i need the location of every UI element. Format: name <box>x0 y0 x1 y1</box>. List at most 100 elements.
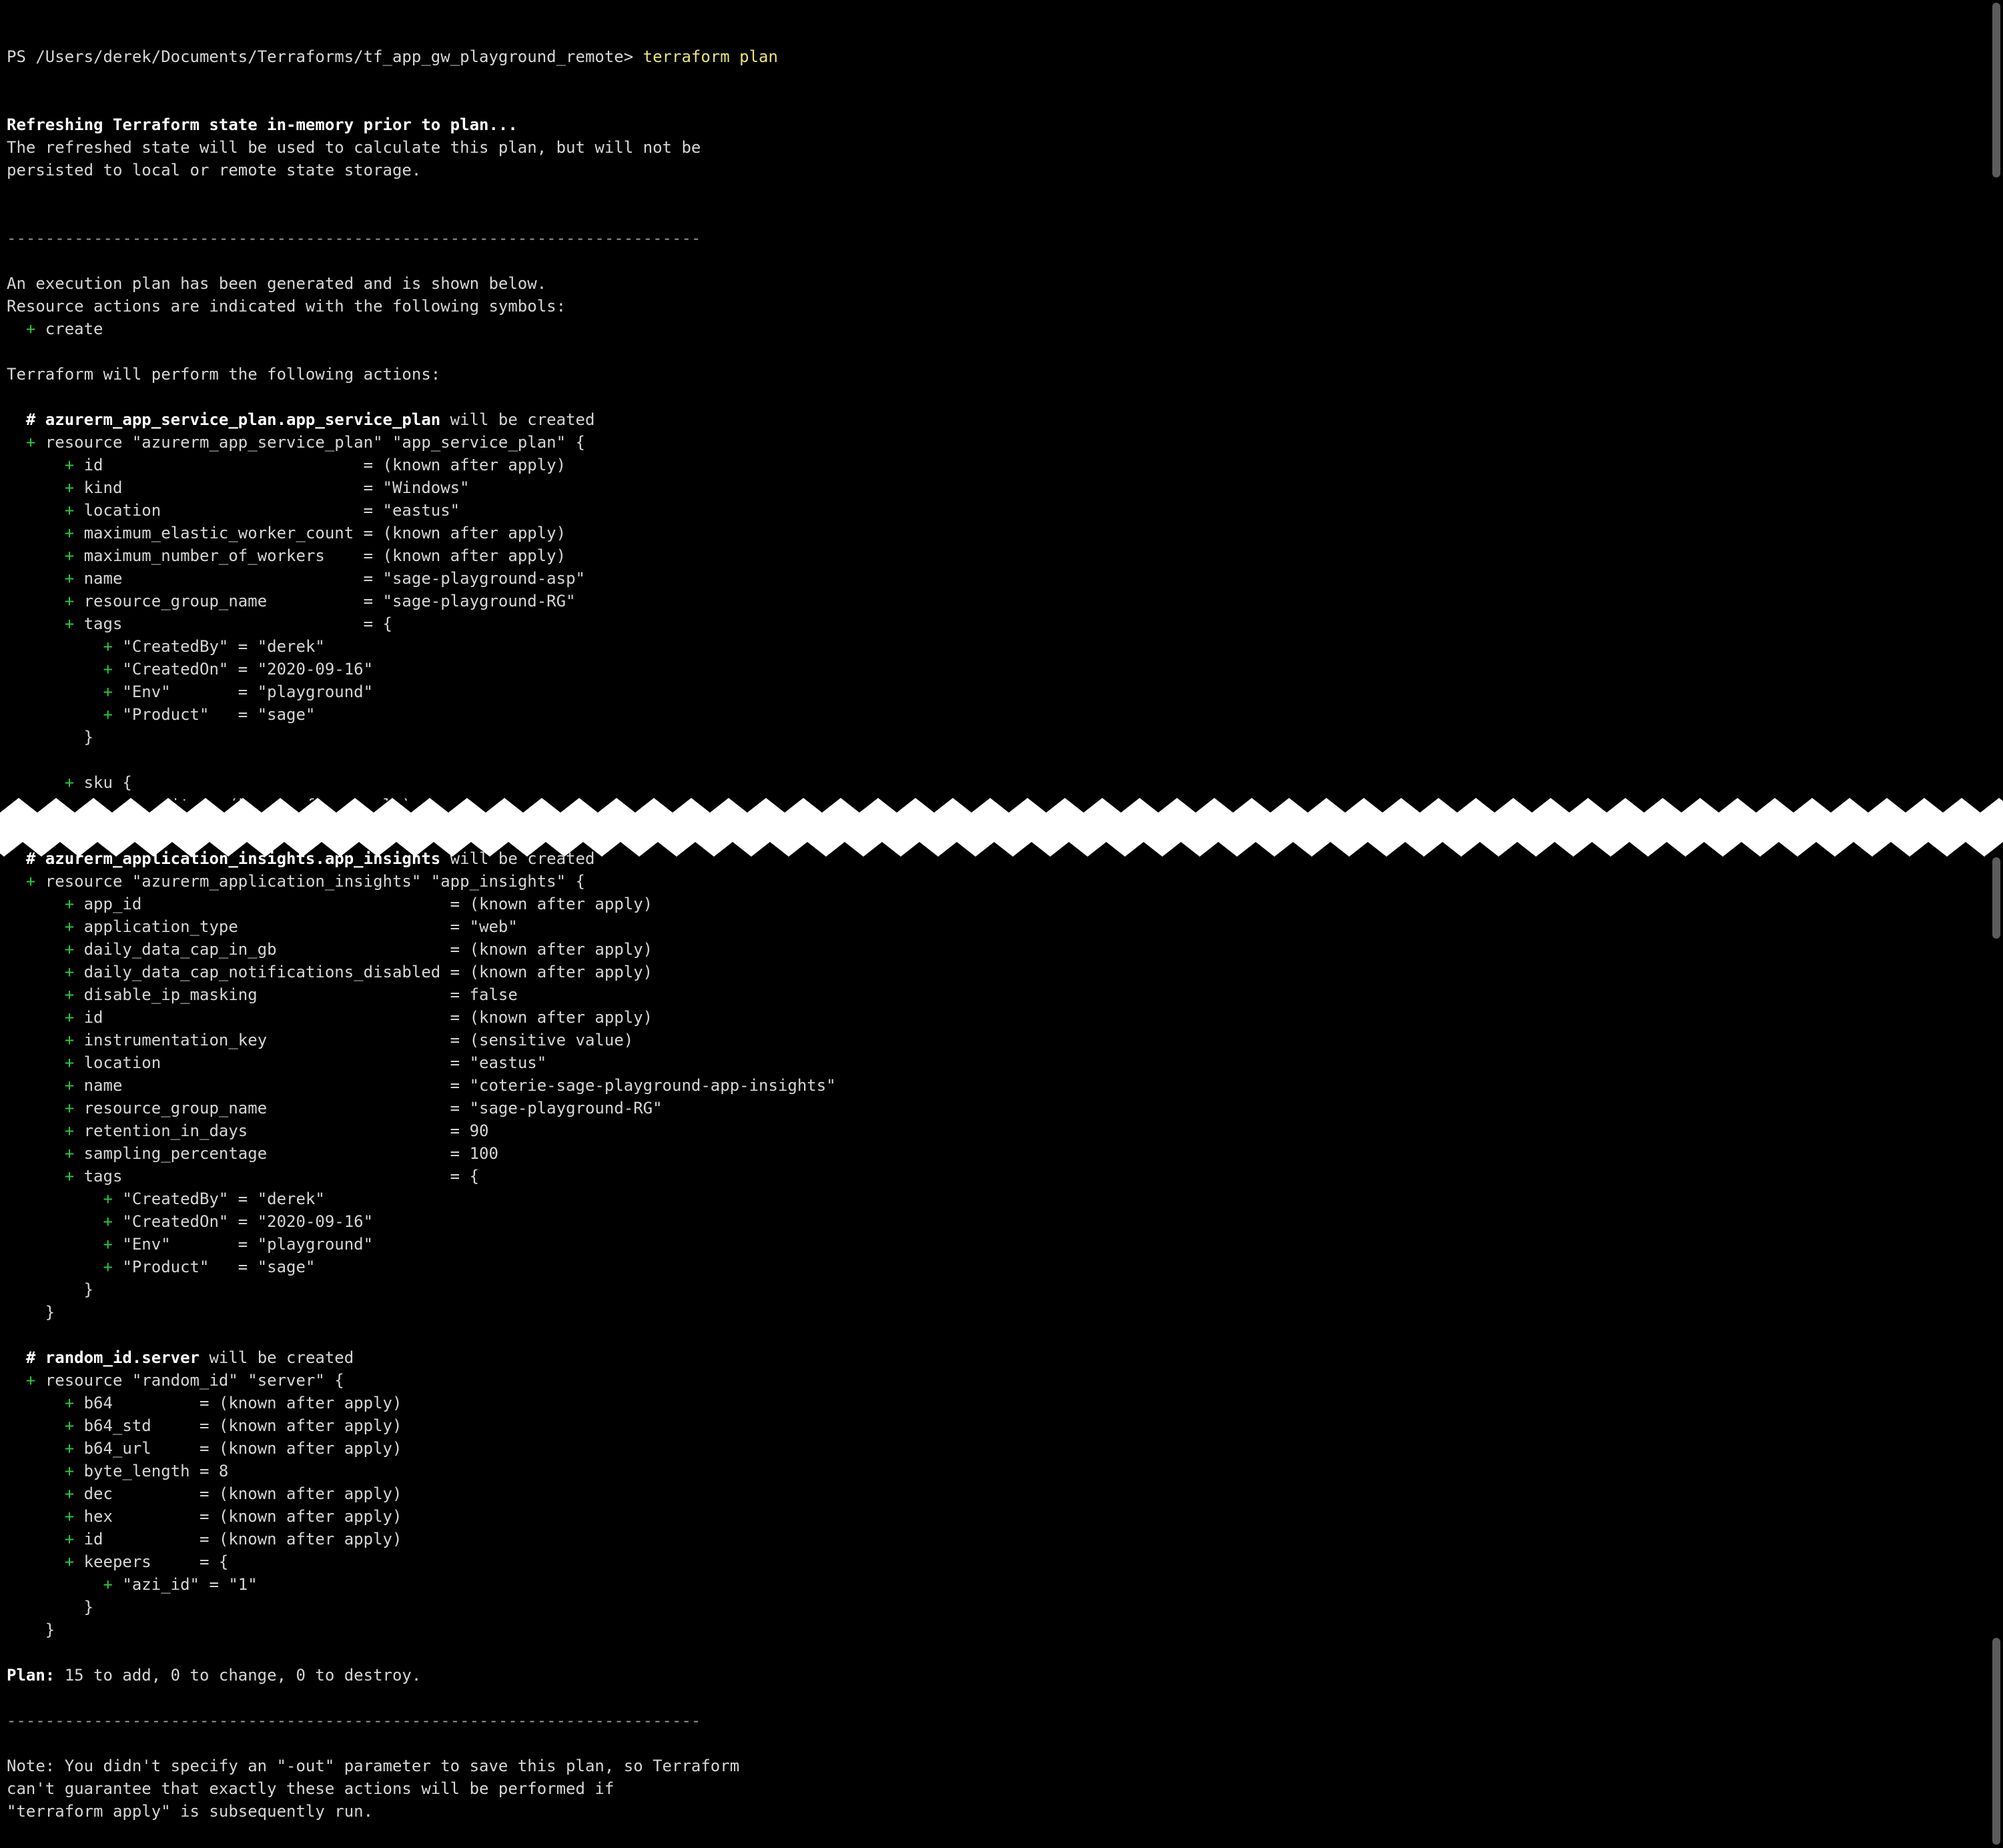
plus-symbol: + <box>64 940 75 959</box>
terminal-line: + keepers = { <box>7 1550 1983 1573</box>
plus-symbol: + <box>64 895 75 913</box>
terminal-text: resource_group_name = "sage-playground-R… <box>74 592 576 610</box>
terminal-line: + "CreatedOn" = "2020-09-16" <box>7 1210 1983 1233</box>
plus-symbol: + <box>103 1235 113 1254</box>
plus-symbol: + <box>64 569 75 588</box>
terminal-line: + resource "azurerm_app_service_plan" "a… <box>7 431 1983 454</box>
terminal-text: maximum_elastic_worker_count = (known af… <box>74 524 566 542</box>
terminal-text: maximum_number_of_workers = (known after… <box>74 546 566 565</box>
terminal-line: + resource_group_name = "sage-playground… <box>7 590 1983 612</box>
terminal-text: Terraform will perform the following act… <box>7 365 441 384</box>
terminal-text: "CreatedBy" = "derek" <box>112 637 325 656</box>
plus-symbol: + <box>25 320 36 338</box>
terminal-text: b64 = (known after apply) <box>74 1394 402 1412</box>
plus-symbol: + <box>64 1099 75 1117</box>
plus-symbol: + <box>64 1439 75 1458</box>
terminal-text: daily_data_cap_notifications_disabled = … <box>74 963 653 981</box>
terminal-line: + name = "coterie-sage-playground-app-in… <box>7 1074 1983 1097</box>
scrollbar-thumb-top[interactable] <box>1992 3 2000 177</box>
terminal-line: + daily_data_cap_notifications_disabled … <box>7 961 1983 983</box>
plus-symbol: + <box>103 1190 113 1208</box>
terminal-text: resource_group_name = "sage-playground-R… <box>74 1099 663 1117</box>
terminal-line: + dec = (known after apply) <box>7 1482 1983 1505</box>
terminal-line: + kind = "Windows" <box>7 476 1983 499</box>
terminal-pane-bottom: # azurerm_application_insights.app_insig… <box>0 847 2003 1848</box>
plus-symbol: + <box>103 705 113 724</box>
terminal-text: Plan: <box>7 1666 55 1685</box>
plus-symbol: + <box>64 592 75 610</box>
plus-symbol: + <box>25 1371 36 1390</box>
terminal-text: "Env" = "playground" <box>112 1235 374 1254</box>
plus-symbol: + <box>64 456 75 474</box>
prompt-path: PS /Users/derek/Documents/Terraforms/tf_… <box>7 47 643 66</box>
terminal-output-top: PS /Users/derek/Documents/Terraforms/tf_… <box>7 0 1983 801</box>
terminal-text: } <box>7 1280 94 1299</box>
terminal-text: The refreshed state will be used to calc… <box>7 138 701 157</box>
terminal-line: + resource "random_id" "server" { <box>7 1369 1983 1392</box>
terminal-text: app_id = (known after apply) <box>74 895 653 913</box>
terminal-text: "Product" = "sage" <box>112 705 316 724</box>
terminal-line: + id = (known after apply) <box>7 1528 1983 1550</box>
terminal-text: sampling_percentage = 100 <box>74 1144 498 1163</box>
plus-symbol: + <box>64 546 75 565</box>
scrollbar-thumb-middle[interactable] <box>1992 857 2000 939</box>
terminal-text: disable_ip_masking = false <box>74 985 518 1004</box>
plus-symbol: + <box>25 872 36 891</box>
terminal-line: + id = (known after apply) <box>7 1006 1983 1029</box>
terminal-line: persisted to local or remote state stora… <box>7 159 1983 181</box>
terminal-line: + daily_data_cap_in_gb = (known after ap… <box>7 938 1983 961</box>
terminal-line: } <box>7 1278 1983 1301</box>
plus-symbol: + <box>103 660 113 678</box>
terminal-text: An execution plan has been generated and… <box>7 274 547 293</box>
terminal-line: Terraform will perform the following act… <box>7 363 1983 386</box>
terminal-line: + sampling_percentage = 100 <box>7 1142 1983 1165</box>
terminal-line: + application_type = "web" <box>7 915 1983 938</box>
plus-symbol: + <box>64 1552 75 1571</box>
terminal-text: dec = (known after apply) <box>74 1484 402 1503</box>
scrollbar-thumb-bottom[interactable] <box>1992 1638 2000 1845</box>
terminal-pane-top: PS /Users/derek/Documents/Terraforms/tf_… <box>0 0 2003 801</box>
terminal-line: Note: You didn't specify an "-out" param… <box>7 1755 1983 1777</box>
terminal-text: "terraform apply" is subsequently run. <box>7 1802 374 1821</box>
terminal-text: resource "azurerm_app_service_plan" "app… <box>35 433 585 452</box>
terminal-text: Resource actions are indicated with the … <box>7 297 566 316</box>
terminal-text: ----------------------------------------… <box>7 229 701 248</box>
plus-symbol: + <box>64 1144 75 1163</box>
terminal-text: byte_length = 8 <box>74 1462 229 1480</box>
terminal-text: keepers = { <box>74 1552 229 1571</box>
plus-symbol: + <box>64 1416 75 1435</box>
plus-symbol: + <box>64 1053 75 1072</box>
terminal-line: # azurerm_app_service_plan.app_service_p… <box>7 408 1983 431</box>
terminal-text: will be created <box>440 410 595 429</box>
terminal-line: + name = "sage-playground-asp" <box>7 567 1983 590</box>
terminal-text: resource "random_id" "server" { <box>35 1371 344 1390</box>
terminal-line: + retention_in_days = 90 <box>7 1119 1983 1142</box>
terminal-line: + b64 = (known after apply) <box>7 1392 1983 1414</box>
plus-symbol: + <box>64 478 75 497</box>
terminal-line: + location = "eastus" <box>7 1051 1983 1074</box>
terminal-line: + tags = { <box>7 612 1983 635</box>
plus-symbol: + <box>64 1121 75 1140</box>
